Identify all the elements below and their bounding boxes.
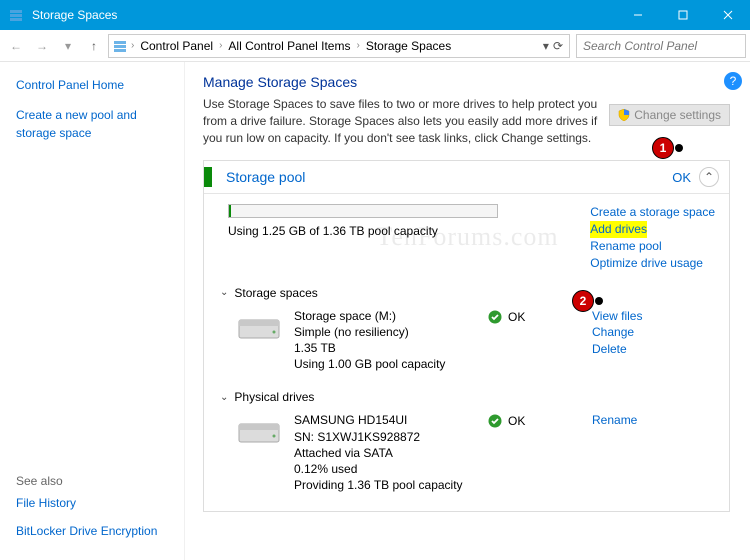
sidebar-file-history-link[interactable]: File History: [16, 494, 174, 512]
close-button[interactable]: [705, 0, 750, 30]
nav-bar: ← → ▾ ↑ › Control Panel › All Control Pa…: [0, 30, 750, 62]
pool-usage-text: Using 1.25 GB of 1.36 TB pool capacity: [228, 224, 590, 238]
maximize-button[interactable]: [660, 0, 705, 30]
sidebar-create-pool-link[interactable]: Create a new pool and storage space: [16, 106, 174, 142]
drive-serial: SN: S1XWJ1KS928872: [294, 429, 474, 445]
pool-status: OK: [672, 170, 691, 185]
chevron-right-icon: ›: [354, 40, 361, 51]
annotation-2: 2: [572, 290, 594, 312]
page-description: Use Storage Spaces to save files to two …: [203, 96, 597, 146]
minimize-button[interactable]: [615, 0, 660, 30]
physical-drive-item: SAMSUNG HD154UI SN: S1XWJ1KS928872 Attac…: [228, 412, 715, 497]
optimize-drive-usage-link[interactable]: Optimize drive usage: [590, 255, 703, 272]
recent-dropdown[interactable]: ▾: [56, 34, 80, 58]
create-storage-space-link[interactable]: Create a storage space: [590, 204, 715, 221]
page-title: Manage Storage Spaces: [203, 74, 597, 90]
drive-rename-link[interactable]: Rename: [592, 412, 637, 429]
forward-button[interactable]: →: [30, 34, 54, 58]
space-change-link[interactable]: Change: [592, 324, 642, 341]
crumb-storage-spaces[interactable]: Storage Spaces: [362, 39, 455, 53]
storage-space-item: Storage space (M:) Simple (no resiliency…: [228, 308, 715, 377]
status-bar-indicator: [204, 167, 212, 187]
sidebar-home-link[interactable]: Control Panel Home: [16, 76, 174, 94]
collapse-button[interactable]: ⌃: [699, 167, 719, 187]
uac-shield-icon: [618, 109, 630, 121]
drive-providing: Providing 1.36 TB pool capacity: [294, 477, 474, 493]
refresh-icon[interactable]: ⟳: [553, 39, 563, 53]
panel-header[interactable]: Storage pool OK ⌃: [204, 161, 729, 194]
drive-used: 0.12% used: [294, 461, 474, 477]
sidebar: Control Panel Home Create a new pool and…: [0, 62, 185, 560]
add-drives-link[interactable]: Add drives: [590, 221, 647, 238]
space-view-files-link[interactable]: View files: [592, 308, 642, 325]
space-size: 1.35 TB: [294, 340, 474, 356]
pool-title: Storage pool: [226, 169, 672, 185]
chevron-down-icon: ⌄: [220, 287, 228, 298]
address-dropdown-icon[interactable]: ▾: [543, 39, 549, 53]
up-button[interactable]: ↑: [82, 34, 106, 58]
storage-pool-panel: Storage pool OK ⌃ Using 1.25 GB of 1.36 …: [203, 160, 730, 512]
drive-attach: Attached via SATA: [294, 445, 474, 461]
physical-drives-section-header[interactable]: ⌄ Physical drives: [220, 390, 715, 404]
annotation-1: 1: [652, 137, 674, 159]
window-title: Storage Spaces: [32, 8, 615, 22]
space-resiliency: Simple (no resiliency): [294, 324, 474, 340]
app-icon: [8, 7, 24, 23]
drive-name: SAMSUNG HD154UI: [294, 412, 474, 428]
chevron-right-icon: ›: [217, 40, 224, 51]
chevron-right-icon: ›: [129, 40, 136, 51]
window-titlebar: Storage Spaces: [0, 0, 750, 30]
rename-pool-link[interactable]: Rename pool: [590, 238, 661, 255]
back-button[interactable]: ←: [4, 34, 28, 58]
main-content: ? Manage Storage Spaces Use Storage Spac…: [185, 62, 750, 560]
drive-stack-icon: [111, 39, 129, 53]
space-usage: Using 1.00 GB pool capacity: [294, 356, 474, 372]
ok-check-icon: [488, 310, 502, 324]
chevron-up-icon: ⌃: [704, 170, 714, 184]
search-input[interactable]: Search Control Panel: [576, 34, 746, 58]
space-name: Storage space (M:): [294, 308, 474, 324]
pool-usage-bar: [228, 204, 498, 218]
ok-check-icon: [488, 414, 502, 428]
help-icon[interactable]: ?: [724, 72, 742, 90]
crumb-control-panel[interactable]: Control Panel: [136, 39, 217, 53]
drive-icon: [238, 312, 280, 340]
chevron-down-icon: ⌄: [220, 392, 228, 403]
storage-spaces-section-header[interactable]: ⌄ Storage spaces: [220, 286, 715, 300]
change-settings-button[interactable]: Change settings: [609, 104, 730, 126]
sidebar-bitlocker-link[interactable]: BitLocker Drive Encryption: [16, 522, 174, 540]
space-delete-link[interactable]: Delete: [592, 341, 642, 358]
drive-icon: [238, 416, 280, 444]
breadcrumb[interactable]: › Control Panel › All Control Panel Item…: [108, 34, 570, 58]
see-also-label: See also: [16, 474, 174, 488]
crumb-all-items[interactable]: All Control Panel Items: [224, 39, 354, 53]
